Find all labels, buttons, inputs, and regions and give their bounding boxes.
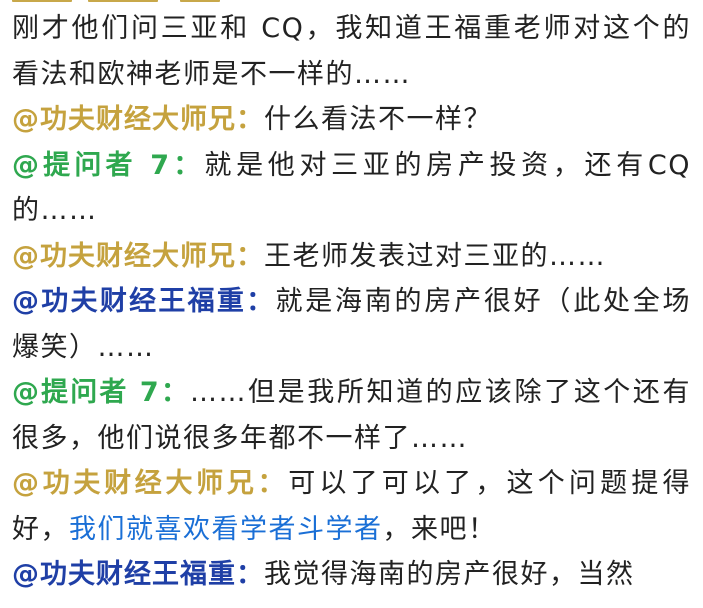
paragraph-text: ，来吧！ xyxy=(382,513,497,545)
highlighted-phrase-link[interactable]: 我们就喜欢看学者斗学者 xyxy=(69,514,383,545)
paragraph-text: 王老师发表过对三亚的…… xyxy=(264,240,606,272)
speaker-label: @提问者 7： xyxy=(12,377,190,408)
paragraph-tiwenzhe-1: @提问者 7：就是他对三亚的房产投资，还有CQ的…… xyxy=(12,143,691,234)
paragraph-dashixiong-2: @功夫财经大师兄：王老师发表过对三亚的…… xyxy=(12,234,691,280)
paragraph-tiwenzhe-2: @提问者 7：……但是我所知道的应该除了这个还有很多，他们说很多年都不一样了…… xyxy=(12,370,691,461)
paragraph-wangfuzhong-1: @功夫财经王福重：就是海南的房产很好（此处全场爆笑）…… xyxy=(12,279,691,370)
speaker-label: @功夫财经王福重： xyxy=(12,559,264,590)
paragraph-text: 我觉得海南的房产很好，当然 xyxy=(264,559,635,590)
speaker-label: @功夫财经大师兄： xyxy=(12,240,264,272)
article-body: 刚才他们问三亚和 CQ，我知道王福重老师对这个的看法和欧神老师是不一样的…… @… xyxy=(12,6,691,598)
speaker-label: @功夫财经王福重： xyxy=(12,286,276,317)
cropped-previous-line xyxy=(0,0,703,4)
cropped-text-fragment xyxy=(12,0,72,2)
paragraph-wangfuzhong-2: @功夫财经王福重：我觉得海南的房产很好，当然 xyxy=(12,552,691,598)
speaker-label: @提问者 7： xyxy=(12,149,205,181)
cropped-text-fragment xyxy=(88,0,158,2)
speaker-label: @功夫财经大师兄： xyxy=(12,468,289,499)
paragraph-intro: 刚才他们问三亚和 CQ，我知道王福重老师对这个的看法和欧神老师是不一样的…… xyxy=(12,6,691,97)
speaker-label: @功夫财经大师兄： xyxy=(12,104,264,135)
paragraph-text: 什么看法不一样？ xyxy=(264,104,492,135)
paragraph-dashixiong-1: @功夫财经大师兄：什么看法不一样？ xyxy=(12,97,691,143)
paragraph-text: 刚才他们问三亚和 CQ，我知道王福重老师对这个的看法和欧神老师是不一样的…… xyxy=(12,13,691,90)
paragraph-dashixiong-3: @功夫财经大师兄：可以了可以了，这个问题提得好，我们就喜欢看学者斗学者，来吧！ xyxy=(12,461,691,552)
cropped-text-fragment xyxy=(180,0,220,2)
